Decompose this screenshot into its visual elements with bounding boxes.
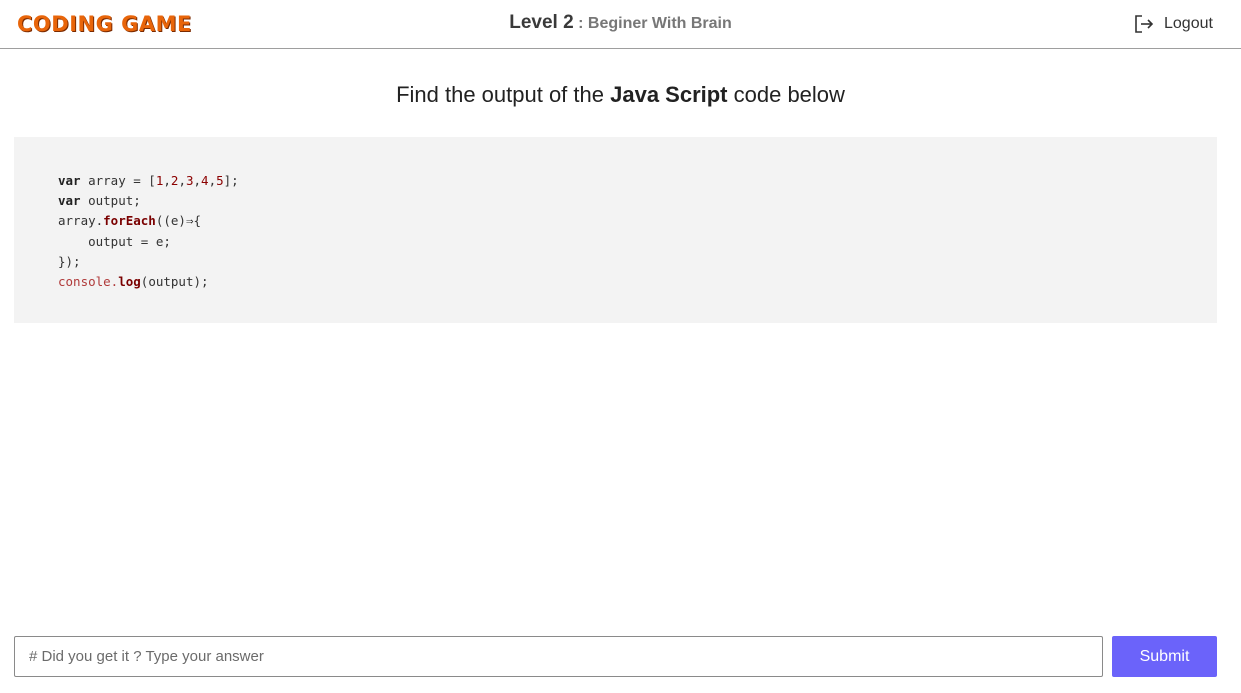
code-line: output = e; bbox=[58, 232, 239, 252]
code-line: var output; bbox=[58, 191, 239, 211]
code-line: array.forEach((e)⇒{ bbox=[58, 211, 239, 231]
code-line: var array = [1,2,3,4,5]; bbox=[58, 171, 239, 191]
question-heading: Find the output of the Java Script code … bbox=[0, 82, 1241, 108]
code-text: , bbox=[163, 173, 171, 188]
submit-button[interactable]: Submit bbox=[1112, 636, 1217, 677]
code-text: , bbox=[193, 173, 202, 188]
code-keyword: var bbox=[58, 173, 81, 188]
code-line: }); bbox=[58, 252, 239, 272]
level-title: Level 2 : Beginer With Brain bbox=[0, 12, 1241, 34]
code-text: array. bbox=[58, 213, 104, 229]
code-block: var array = [1,2,3,4,5]; var output; array… bbox=[14, 137, 1217, 323]
code-text: output = e; bbox=[58, 233, 171, 249]
code-text: output; bbox=[80, 193, 141, 209]
code-text: , bbox=[178, 173, 186, 188]
code-line: console.log(output); bbox=[58, 272, 239, 292]
question-prefix: Find the output of the bbox=[396, 82, 611, 107]
code-text: array = [ bbox=[80, 173, 156, 188]
code-text: }); bbox=[58, 253, 81, 269]
code-text: (output); bbox=[140, 274, 209, 290]
level-subtitle: : Beginer With Brain bbox=[573, 15, 732, 32]
logout-button[interactable]: Logout bbox=[1134, 12, 1213, 36]
code-number: 4 bbox=[201, 173, 209, 188]
code-content: var array = [1,2,3,4,5]; var output; array… bbox=[58, 171, 239, 292]
logout-icon bbox=[1135, 15, 1154, 33]
code-text: , bbox=[208, 173, 217, 188]
question-suffix: code below bbox=[727, 82, 845, 107]
code-function: log bbox=[118, 274, 141, 290]
question-language: Java Script bbox=[610, 82, 728, 107]
logout-label: Logout bbox=[1164, 15, 1213, 32]
code-text: ((e)⇒{ bbox=[155, 213, 201, 229]
answer-input[interactable] bbox=[14, 636, 1103, 677]
code-number: 3 bbox=[185, 173, 194, 188]
code-function: forEach bbox=[103, 213, 156, 229]
code-object: console. bbox=[58, 274, 119, 290]
code-text: ]; bbox=[223, 173, 239, 188]
level-label: Level 2 bbox=[509, 12, 574, 33]
code-keyword: var bbox=[58, 193, 81, 209]
code-number: 5 bbox=[216, 173, 224, 188]
top-bar: CODING GAME Level 2 : Beginer With Brain… bbox=[0, 0, 1241, 49]
